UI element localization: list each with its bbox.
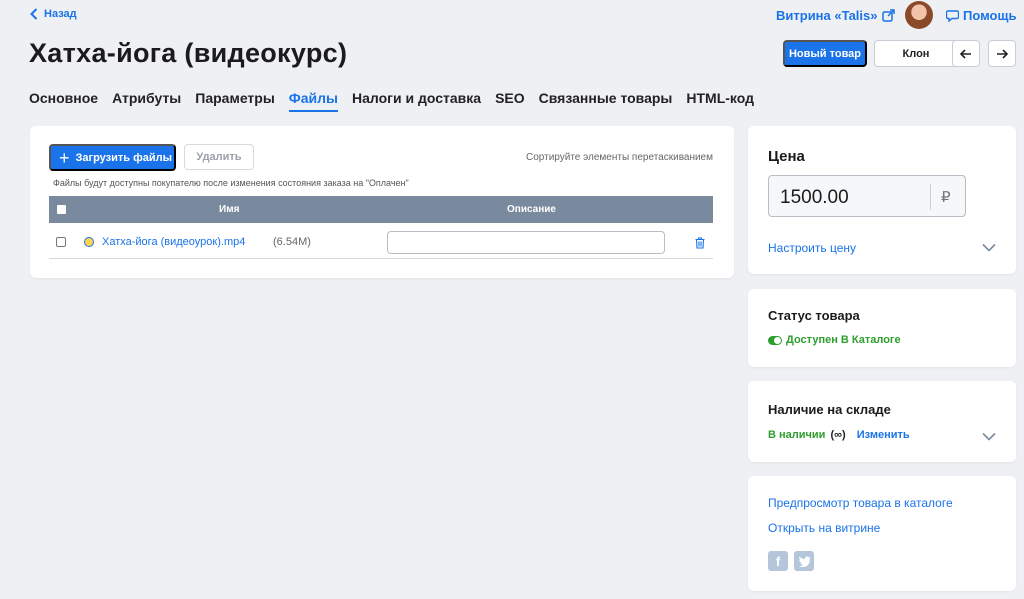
change-stock-link[interactable]: Изменить	[857, 429, 910, 441]
upload-label: Загрузить файлы	[75, 151, 172, 164]
price-panel: Цена 1500.00 ₽ Настроить цену	[748, 126, 1016, 274]
links-panel: Предпросмотр товара в каталоге Открыть н…	[748, 476, 1016, 591]
external-link-icon	[881, 9, 895, 22]
file-size: (6.54M)	[273, 236, 311, 248]
new-product-button[interactable]: Новый товар	[783, 40, 867, 67]
column-header-name: Имя	[219, 204, 240, 215]
tab-attributes[interactable]: Атрибуты	[112, 90, 181, 112]
video-file-icon	[84, 237, 94, 247]
status-toggle[interactable]: Доступен В Каталоге	[768, 334, 901, 346]
chevron-down-icon[interactable]	[982, 243, 996, 252]
arrow-right-icon	[997, 48, 1008, 59]
next-product-button[interactable]	[988, 40, 1016, 67]
tab-bar: Основное Атрибуты Параметры Файлы Налоги…	[29, 90, 768, 112]
configure-price-link[interactable]: Настроить цену	[768, 241, 856, 255]
row-checkbox[interactable]	[56, 237, 66, 247]
price-value: 1500.00	[780, 187, 849, 208]
stock-value: В наличии	[768, 429, 826, 441]
plus-icon: +	[59, 147, 70, 168]
back-label: Назад	[44, 8, 77, 20]
currency-symbol: ₽	[941, 189, 951, 206]
stock-infinite: (∞)	[830, 429, 846, 441]
stock-heading: Наличие на складе	[768, 402, 891, 417]
tab-html-code[interactable]: HTML-код	[686, 90, 754, 112]
tab-seo[interactable]: SEO	[495, 90, 525, 112]
tab-parameters[interactable]: Параметры	[195, 90, 275, 112]
price-heading: Цена	[768, 148, 805, 165]
files-table-header: Имя Описание	[49, 196, 713, 223]
stock-panel: Наличие на складе В наличии (∞) Изменить	[748, 381, 1016, 462]
column-header-description: Описание	[507, 204, 556, 215]
top-bar: Назад Витрина «Talis» Помощь	[0, 0, 1024, 30]
stock-row: В наличии (∞) Изменить	[768, 429, 910, 441]
trash-icon[interactable]	[695, 236, 705, 254]
previous-product-button[interactable]	[952, 40, 980, 67]
tab-files[interactable]: Файлы	[288, 90, 338, 112]
status-panel: Статус товара Доступен В Каталоге	[748, 289, 1016, 367]
file-description-input[interactable]	[387, 231, 665, 254]
twitter-icon[interactable]	[794, 551, 814, 571]
avatar[interactable]	[905, 1, 933, 29]
back-link[interactable]: Назад	[30, 8, 77, 20]
tab-main[interactable]: Основное	[29, 90, 98, 112]
toggle-icon	[768, 335, 782, 345]
sort-hint: Сортируйте элементы перетаскиванием	[526, 152, 713, 163]
select-all-checkbox[interactable]	[57, 205, 66, 214]
status-heading: Статус товара	[768, 308, 860, 323]
store-label: Витрина «Talis»	[776, 8, 878, 23]
upload-files-button[interactable]: + Загрузить файлы	[49, 144, 176, 171]
table-row: Хатха-йога (видеоурок).mp4 (6.54M)	[49, 226, 713, 259]
price-input[interactable]: 1500.00 ₽	[768, 175, 966, 217]
chat-bubble-icon	[946, 9, 959, 22]
store-link[interactable]: Витрина «Talis»	[776, 8, 895, 23]
facebook-icon[interactable]: f	[768, 551, 788, 571]
tab-taxes-shipping[interactable]: Налоги и доставка	[352, 90, 481, 112]
file-name-link[interactable]: Хатха-йога (видеоурок).mp4	[102, 236, 245, 248]
delete-button[interactable]: Удалить	[184, 144, 254, 170]
open-on-storefront-link[interactable]: Открыть на витрине	[768, 521, 880, 535]
status-value: Доступен В Каталоге	[786, 334, 901, 346]
tab-related-products[interactable]: Связанные товары	[539, 90, 673, 112]
preview-in-catalog-link[interactable]: Предпросмотр товара в каталоге	[768, 496, 953, 510]
chevron-down-icon[interactable]	[982, 432, 996, 441]
price-divider	[930, 184, 931, 210]
chevron-left-icon	[30, 8, 38, 20]
clone-button[interactable]: Клон	[874, 40, 958, 67]
page-title: Хатха-йога (видеокурс)	[29, 38, 348, 68]
help-label: Помощь	[963, 8, 1017, 23]
help-link[interactable]: Помощь	[946, 8, 1016, 23]
files-panel: + Загрузить файлы Удалить Сортируйте эле…	[30, 126, 734, 278]
arrow-left-icon	[960, 48, 971, 59]
files-note: Файлы будут доступны покупателю после из…	[53, 178, 409, 188]
